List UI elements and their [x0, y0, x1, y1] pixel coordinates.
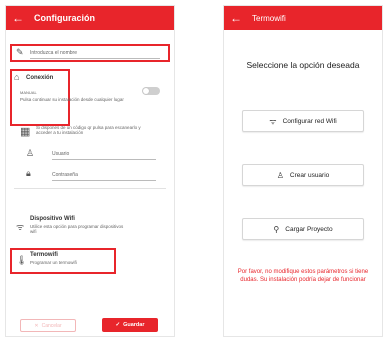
termowifi-screen: ← Termowifi Seleccione la opción deseada… [224, 6, 382, 336]
wps-label: MANUAL [20, 90, 37, 95]
back-arrow-icon[interactable]: ← [230, 12, 244, 24]
thermostat-icon: 🌡︎ [16, 255, 28, 265]
conexion-heading: Conexión [26, 75, 54, 81]
check-icon: ✓ [115, 322, 121, 328]
wifi-icon: ᯤ [269, 116, 277, 126]
load-project-button[interactable]: ⚲ Cargar Proyecto [242, 218, 364, 240]
option-label: Cargar Proyecto [285, 225, 333, 233]
name-input[interactable]: Introduzca el nombre [30, 50, 77, 56]
cancel-button[interactable]: ✕ Cancelar [20, 319, 76, 332]
user-input[interactable]: Usuario [52, 151, 69, 157]
password-input-underline [52, 180, 156, 181]
select-option-heading: Seleccione la opción deseada [246, 60, 360, 70]
pencil-icon: ✎ [16, 47, 24, 57]
page-title: Termowifi [252, 13, 286, 23]
divider [14, 188, 166, 189]
termowifi-desc: Programar un termowifi [30, 260, 77, 265]
back-arrow-icon[interactable]: ← [12, 12, 26, 24]
cancel-icon: ✕ [34, 322, 39, 329]
page-title: Configuración [34, 13, 95, 23]
cancel-label: Cancelar [41, 322, 62, 329]
option-label: Configurar red Wifi [282, 117, 337, 125]
save-button[interactable]: ✓ Guardar [102, 318, 158, 332]
wifi-device-desc: Utilice esta opción para programar dispo… [30, 224, 124, 234]
qr-hint: Si dispones de un código qr pulsa para e… [36, 125, 141, 135]
create-user-button[interactable]: ♙ Crear usuario [242, 164, 364, 186]
configure-wifi-button[interactable]: ᯤ Configurar red Wifi [242, 110, 364, 132]
home-icon: ⌂ [14, 72, 20, 82]
user-input-underline [52, 159, 156, 160]
qr-code-icon[interactable]: ▦ [20, 125, 30, 138]
option-label: Crear usuario [289, 171, 330, 179]
search-icon: ⚲ [273, 224, 280, 234]
save-label: Guardar [123, 322, 145, 328]
app-bar: ← Termowifi [224, 6, 382, 30]
lock-icon: 🔒︎ [26, 168, 31, 178]
user-icon: ♙ [276, 170, 284, 180]
app-bar: ← Configuración [6, 6, 174, 30]
wifi-device-title[interactable]: Dispositivo Wifi [30, 216, 75, 222]
configuracion-screen: ← Configuración ✎ Introduzca el nombre ⌂… [6, 6, 174, 336]
user-icon: ♙ [26, 148, 35, 158]
termowifi-title[interactable]: Termowifi [30, 252, 58, 258]
wifi-icon: ᯤ [16, 222, 25, 232]
password-input[interactable]: Contraseña [52, 172, 78, 178]
wps-hint: Pulsa continuar su instalación desde cua… [20, 97, 124, 102]
name-input-underline [30, 58, 160, 59]
wps-toggle[interactable] [142, 87, 160, 95]
warning-text: Por favor, no modifique estos parámetros… [237, 269, 369, 283]
